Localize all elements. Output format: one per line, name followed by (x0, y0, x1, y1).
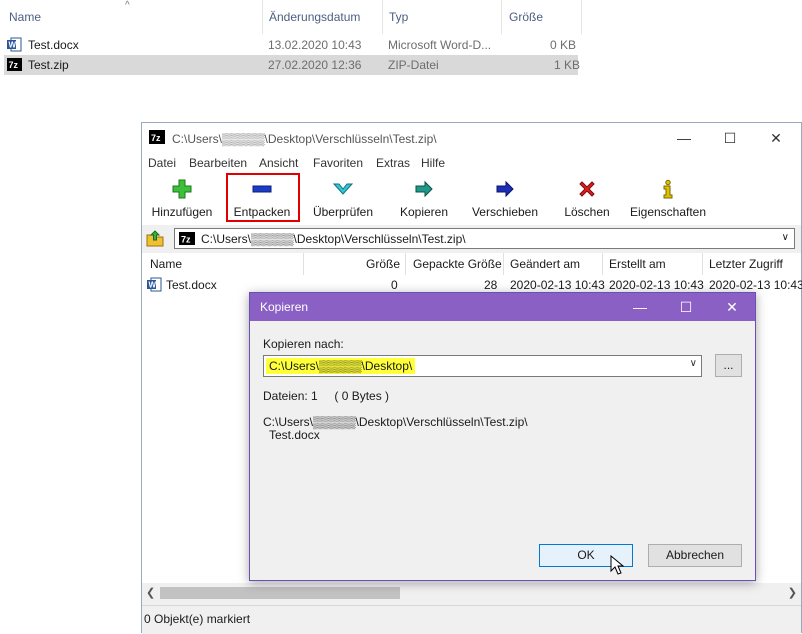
word-file-icon: W (7, 37, 22, 52)
svg-text:W: W (149, 281, 157, 290)
col-modified[interactable]: Geändert am (510, 257, 580, 271)
source-file: Test.docx (269, 428, 320, 442)
menu-ansicht[interactable]: Ansicht (259, 156, 298, 170)
copy-button[interactable]: Kopieren (394, 175, 454, 221)
list-item-name[interactable]: Test.docx (166, 278, 217, 292)
list-item-accessed: 2020-02-13 10:43 (709, 278, 802, 292)
status-text: 0 Objekt(e) markiert (144, 612, 251, 626)
add-button[interactable]: Hinzufügen (146, 175, 218, 221)
title-bar[interactable]: 7z C:\Users\▒▒▒▒▒\Desktop\Verschlüsseln\… (142, 123, 801, 153)
menu-hilfe[interactable]: Hilfe (421, 156, 445, 170)
files-info: Dateien: 1 ( 0 Bytes ) (263, 389, 390, 403)
chevron-down-icon[interactable]: ∨ (690, 358, 697, 369)
svg-text:W: W (9, 41, 17, 50)
svg-text:7z: 7z (9, 60, 19, 70)
destination-value: C:\Users\▒▒▒▒▒\Desktop\ (266, 358, 416, 374)
dialog-title-bar[interactable]: Kopieren — ☐ ✕ (250, 293, 755, 321)
dialog-title: Kopieren (260, 300, 309, 314)
move-arrow-icon (496, 180, 514, 198)
copy-dialog: Kopieren — ☐ ✕ Kopieren nach: C:\Users\▒… (249, 292, 756, 581)
explorer-header: Name ^ Änderungsdatum Typ Größe (0, 0, 582, 34)
red-highlight-box (226, 173, 300, 222)
cancel-button[interactable]: Abbrechen (648, 544, 742, 567)
word-file-icon: W (147, 277, 162, 292)
column-size[interactable]: Größe (509, 10, 543, 24)
sort-ascending-icon: ^ (125, 0, 130, 11)
green-plus-icon (172, 179, 192, 199)
list-item-modified: 2020-02-13 10:43 (510, 278, 605, 292)
horizontal-scrollbar[interactable]: ❮ ❯ (142, 583, 801, 603)
menu-bearbeiten[interactable]: Bearbeiten (189, 156, 247, 170)
folder-up-icon[interactable] (146, 229, 164, 247)
address-bar: 7z C:\Users\▒▒▒▒▒\Desktop\Verschlüsseln\… (142, 225, 801, 253)
explorer-row-selected[interactable]: 7z Test.zip 27.02.2020 12:36 ZIP-Datei 1… (4, 55, 581, 75)
dialog-close-icon[interactable]: ✕ (709, 293, 755, 321)
col-packed-size[interactable]: Gepackte Größe (413, 257, 502, 271)
toolbar: Hinzufügen Entpacken Überprüfen Kopieren (142, 173, 801, 225)
col-accessed[interactable]: Letzter Zugriff (709, 257, 783, 271)
maximize-icon[interactable]: ☐ (707, 123, 753, 153)
file-type: Microsoft Word-D... (388, 38, 492, 52)
svg-text:7z: 7z (151, 133, 161, 143)
scrollbar-thumb[interactable] (160, 587, 400, 599)
explorer-row[interactable]: W Test.docx 13.02.2020 10:43 Microsoft W… (4, 35, 578, 55)
menu-extras[interactable]: Extras (376, 156, 410, 170)
list-item-size: 0 (391, 278, 398, 292)
properties-button[interactable]: Eigenschaften (628, 175, 708, 221)
7z-archive-icon: 7z (179, 232, 195, 245)
copy-to-label: Kopieren nach: (263, 337, 344, 351)
col-size[interactable]: Größe (366, 257, 400, 271)
close-icon[interactable]: ✕ (753, 123, 799, 153)
col-name[interactable]: Name (150, 257, 182, 271)
svg-text:7z: 7z (181, 235, 191, 245)
path-text: C:\Users\▒▒▒▒▒\Desktop\Verschlüsseln\Tes… (201, 232, 466, 246)
chevron-down-icon[interactable]: ∨ (782, 232, 789, 243)
dialog-minimize-icon[interactable]: — (617, 293, 663, 321)
list-item-created: 2020-02-13 10:43 (609, 278, 704, 292)
test-button[interactable]: Überprüfen (308, 175, 378, 221)
7z-app-icon: 7z (149, 130, 165, 144)
column-date[interactable]: Änderungsdatum (269, 10, 360, 24)
scroll-left-icon[interactable]: ❮ (146, 586, 155, 599)
menu-datei[interactable]: Datei (148, 156, 176, 170)
red-x-icon (579, 181, 595, 197)
file-type: ZIP-Datei (388, 58, 439, 72)
col-created[interactable]: Erstellt am (609, 257, 666, 271)
source-path: C:\Users\▒▒▒▒▒\Desktop\Verschlüsseln\Tes… (263, 415, 528, 429)
window-title: C:\Users\▒▒▒▒▒\Desktop\Verschlüsseln\Tes… (172, 132, 437, 146)
mouse-cursor-icon (610, 555, 624, 575)
file-name: Test.docx (28, 38, 79, 52)
check-arrow-icon (333, 183, 353, 195)
scroll-right-icon[interactable]: ❯ (788, 586, 797, 599)
browse-button[interactable]: ... (715, 354, 742, 377)
column-name[interactable]: Name (9, 10, 41, 24)
column-type[interactable]: Typ (389, 10, 408, 24)
status-bar: 0 Objekt(e) markiert (142, 605, 801, 634)
menu-bar: Datei Bearbeiten Ansicht Favoriten Extra… (142, 153, 801, 173)
dialog-maximize-icon[interactable]: ☐ (663, 293, 709, 321)
minimize-icon[interactable]: — (661, 123, 707, 153)
delete-button[interactable]: Löschen (558, 175, 616, 221)
menu-favoriten[interactable]: Favoriten (313, 156, 363, 170)
info-icon (663, 179, 673, 199)
path-input[interactable]: 7z C:\Users\▒▒▒▒▒\Desktop\Verschlüsseln\… (174, 228, 795, 249)
destination-combobox[interactable]: C:\Users\▒▒▒▒▒\Desktop\ ∨ (263, 355, 702, 377)
copy-arrow-icon (415, 180, 433, 198)
file-date: 13.02.2020 10:43 (268, 38, 362, 52)
file-date: 27.02.2020 12:36 (268, 58, 362, 72)
7z-archive-icon: 7z (7, 58, 22, 71)
file-name: Test.zip (28, 58, 69, 72)
file-size: 1 KB (554, 58, 581, 72)
file-size: 0 KB (550, 38, 577, 52)
move-button[interactable]: Verschieben (466, 175, 544, 221)
list-item-packed: 28 (484, 278, 498, 292)
